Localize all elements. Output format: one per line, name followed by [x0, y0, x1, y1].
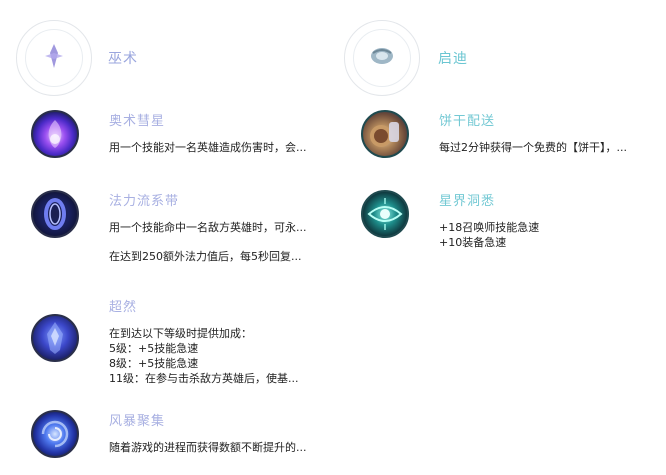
cosmic-insight-icon — [361, 190, 409, 238]
rune-description-line: +18召唤师技能急速 — [439, 221, 540, 234]
rune-name: 饼干配送 — [439, 114, 496, 129]
rune-description-line: 5级：+5技能急速 — [109, 342, 199, 355]
rune-gathering-storm[interactable]: 风暴聚集 随着游戏的进程而获得数额不断提升的... — [31, 410, 307, 458]
rune-cosmic-insight[interactable]: 星界洞悉 +18召唤师技能急速 +10装备急速 — [361, 190, 539, 250]
manaflow-band-icon — [31, 190, 79, 238]
rune-name: 星界洞悉 — [439, 194, 496, 209]
rune-transcendence[interactable]: 超然 在到达以下等级时提供加成： 5级：+5技能急速 8级：+5技能急速 11级… — [31, 296, 299, 386]
rune-description-line: +10装备急速 — [439, 236, 507, 249]
secondary-tree-emblem — [344, 20, 420, 96]
transcendence-icon — [31, 314, 79, 362]
rune-description-line: 在到达以下等级时提供加成： — [109, 327, 252, 340]
secondary-tree-header: 启迪 — [344, 20, 468, 96]
rune-description-line: 用一个技能对一名英雄造成伤害时，会... — [109, 141, 307, 154]
rune-description-line: 用一个技能命中一名敌方英雄时，可永... — [109, 221, 307, 234]
rune-description-line: 随着游戏的进程而获得数额不断提升的... — [109, 441, 307, 454]
rune-description-line: 每过2分钟获得一个免费的【饼干】，... — [439, 141, 627, 154]
secondary-tree-title: 启迪 — [438, 51, 468, 67]
rune-description-line: 11级：在参与击杀敌方英雄后，使基... — [109, 372, 299, 385]
rune-name: 法力流系带 — [109, 194, 180, 209]
rune-name: 超然 — [109, 300, 138, 315]
arcane-comet-icon — [31, 110, 79, 158]
rune-manaflow-band[interactable]: 法力流系带 用一个技能命中一名敌方英雄时，可永... 在达到250额外法力值后，… — [31, 190, 307, 264]
rune-name: 奥术彗星 — [109, 114, 166, 129]
rune-description-spacer — [109, 235, 307, 249]
gathering-storm-icon — [31, 410, 79, 458]
primary-tree-header: 巫术 — [16, 20, 138, 96]
sorcery-icon — [43, 43, 65, 73]
inspiration-icon — [369, 45, 395, 71]
rune-biscuit-delivery[interactable]: 饼干配送 每过2分钟获得一个免费的【饼干】，... — [361, 110, 627, 158]
rune-description-line: 8级：+5技能急速 — [109, 357, 199, 370]
primary-tree-title: 巫术 — [108, 51, 138, 67]
biscuit-delivery-icon — [361, 110, 409, 158]
rune-arcane-comet[interactable]: 奥术彗星 用一个技能对一名英雄造成伤害时，会... — [31, 110, 307, 158]
rune-description-line: 在达到250额外法力值后，每5秒回复... — [109, 250, 302, 263]
primary-tree-emblem — [16, 20, 92, 96]
rune-name: 风暴聚集 — [109, 414, 166, 429]
